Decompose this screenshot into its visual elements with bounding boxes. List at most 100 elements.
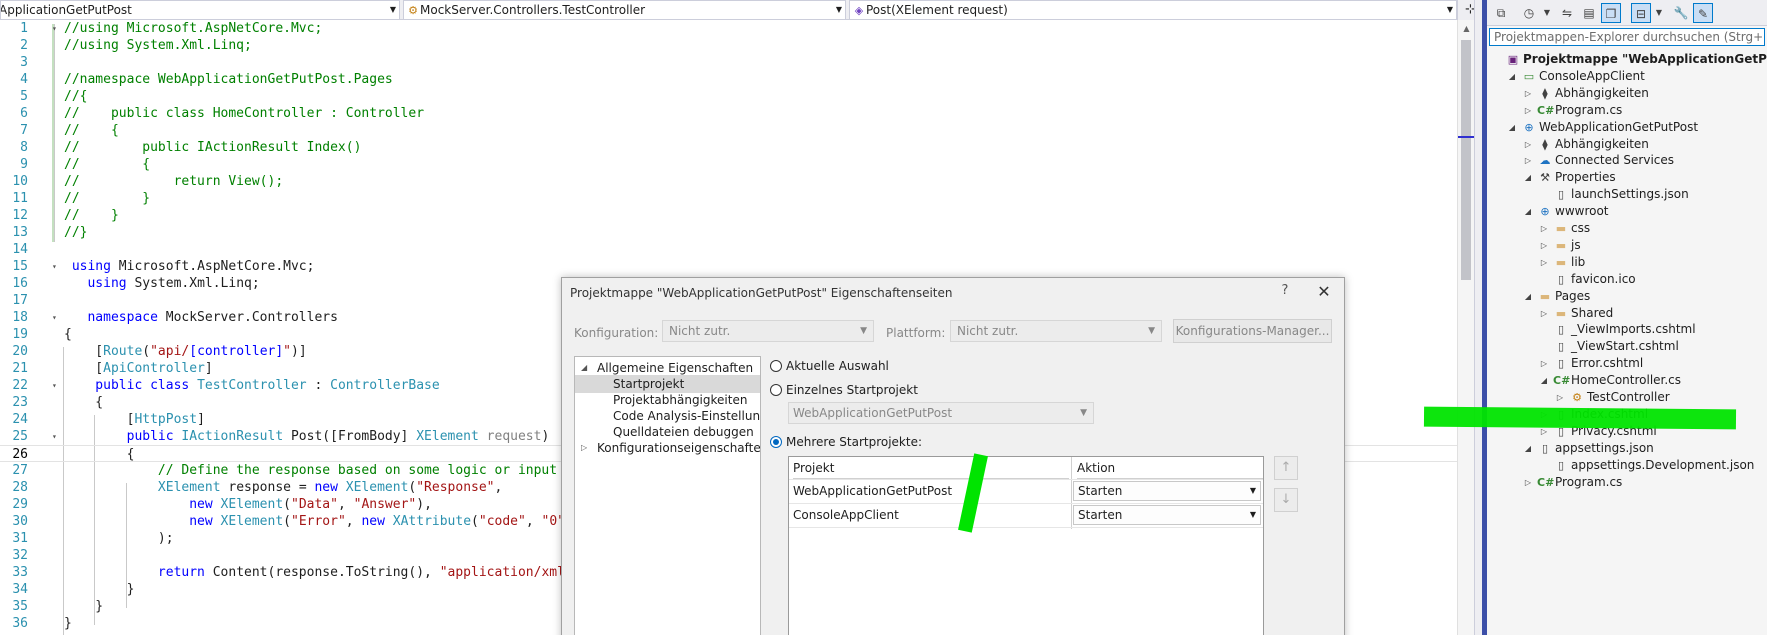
- code-line[interactable]: 9 // {: [0, 156, 1457, 173]
- code-token: Post([FromBody]: [283, 429, 417, 444]
- line-number: 26: [12, 447, 28, 462]
- column-divider: [1071, 457, 1072, 529]
- collapsed-arrow-icon[interactable]: ▷: [581, 439, 587, 457]
- expanded-arrow-icon[interactable]: ◢: [1521, 287, 1535, 306]
- code-line[interactable]: 11 // }: [0, 190, 1457, 207]
- sync-icon[interactable]: ⇋: [1557, 3, 1577, 23]
- switch-views-icon[interactable]: ⧉: [1491, 3, 1511, 23]
- code-text: }: [64, 615, 72, 632]
- code-line[interactable]: 1 ▾//using Microsoft.AspNetCore.Mvc;: [0, 20, 1457, 37]
- code-line[interactable]: 8 // public IActionResult Index(): [0, 139, 1457, 156]
- code-line[interactable]: 12 // }: [0, 207, 1457, 224]
- configuration-manager-button[interactable]: Konfigurations-Manager...: [1173, 319, 1332, 343]
- code-line[interactable]: 4 //namespace WebApplicationGetPutPost.Pa…: [0, 71, 1457, 88]
- radio-single-startup[interactable]: Einzelnes Startprojekt: [770, 382, 918, 398]
- collapse-all-icon[interactable]: ▤: [1579, 3, 1599, 23]
- csharp-file-icon: C#: [1537, 475, 1555, 489]
- move-up-button[interactable]: ↑: [1274, 456, 1298, 480]
- properties-wrench-icon[interactable]: 🔧: [1671, 3, 1691, 23]
- chevron-down-icon[interactable]: ▼: [1649, 3, 1669, 23]
- expanded-arrow-icon[interactable]: ◢: [1521, 439, 1535, 458]
- code-line[interactable]: 14: [0, 241, 1457, 258]
- preview-icon[interactable]: ✎: [1693, 3, 1713, 23]
- code-line[interactable]: 15 ▾ using Microsoft.AspNetCore.Mvc;: [0, 258, 1457, 275]
- tree-item[interactable]: ▷ C# Program.cs: [1521, 473, 1765, 492]
- code-text: return Content(response.ToString(), "app…: [64, 564, 581, 581]
- code-token: [: [64, 412, 135, 427]
- code-line[interactable]: 3: [0, 54, 1457, 71]
- filter-icon[interactable]: ⊟: [1631, 3, 1651, 23]
- expanded-arrow-icon[interactable]: ◢: [1521, 202, 1535, 221]
- code-token: IActionResult: [181, 429, 284, 444]
- grid-action-value: Starten: [1078, 508, 1123, 522]
- code-token: HttpPost: [134, 412, 198, 427]
- expanded-arrow-icon[interactable]: ◢: [1505, 118, 1519, 137]
- grid-action-combo[interactable]: Starten ▼: [1073, 481, 1261, 501]
- code-line[interactable]: 5 //{: [0, 88, 1457, 105]
- member-combo[interactable]: ◈ Post(XElement request) ▼: [849, 0, 1457, 20]
- code-token: "Data": [291, 497, 338, 512]
- chevron-down-icon[interactable]: ▼: [1537, 3, 1557, 23]
- code-token: //namespace WebApplicationGetPutPost.Pag…: [64, 72, 393, 87]
- platform-combo[interactable]: Nicht zutr. ▼: [950, 320, 1162, 342]
- expanded-arrow-icon[interactable]: ◢: [1521, 168, 1535, 187]
- code-token: response =: [220, 480, 315, 495]
- type-combo[interactable]: ⚙ MockServer.Controllers.TestController ▼: [403, 0, 846, 20]
- radio-current-label: Aktuelle Auswahl: [786, 359, 889, 373]
- code-line[interactable]: 7 // {: [0, 122, 1457, 139]
- code-line[interactable]: 6 // public class HomeController : Contro…: [0, 105, 1457, 122]
- fold-toggle-icon[interactable]: ▾: [52, 313, 61, 322]
- column-header-action[interactable]: Aktion: [1077, 457, 1263, 479]
- configuration-combo[interactable]: Nicht zutr. ▼: [662, 320, 874, 342]
- code-token: using: [64, 259, 119, 274]
- chevron-down-icon: ▼: [1148, 326, 1155, 336]
- line-number: 33: [12, 565, 28, 580]
- grid-project-cell[interactable]: ConsoleAppClient: [793, 503, 899, 527]
- column-header-project[interactable]: Projekt: [793, 457, 1069, 479]
- radio-button-checked[interactable]: [770, 436, 782, 448]
- grid-action-combo[interactable]: Starten ▼: [1073, 505, 1261, 525]
- radio-button[interactable]: [770, 384, 782, 396]
- code-text: new XElement("Error", new XAttribute("co…: [64, 513, 580, 530]
- line-number: 1: [20, 21, 28, 36]
- collapsed-arrow-icon[interactable]: ▷: [1521, 473, 1535, 492]
- line-number: 27: [12, 463, 28, 478]
- editor-vertical-scrollbar[interactable]: ▲: [1457, 20, 1475, 635]
- project-combo[interactable]: ApplicationGetPutPost ▼: [0, 0, 400, 20]
- line-number: 14: [12, 242, 28, 257]
- solution-explorer-search-input[interactable]: Projektmappen-Explorer durchsuchen (Strg…: [1489, 28, 1765, 46]
- code-token: "Error": [291, 514, 346, 529]
- code-token: "code": [478, 514, 526, 529]
- close-icon[interactable]: ✕: [1314, 282, 1334, 301]
- code-token: request: [478, 429, 542, 444]
- fold-toggle-icon[interactable]: ▾: [52, 24, 61, 33]
- code-line[interactable]: 2 //using System.Xml.Linq;: [0, 37, 1457, 54]
- fold-toggle-icon[interactable]: ▾: [52, 381, 61, 390]
- code-text: using Microsoft.AspNetCore.Mvc;: [64, 258, 315, 275]
- code-token: (: [283, 514, 291, 529]
- radio-current-selection[interactable]: Aktuelle Auswahl: [770, 358, 889, 374]
- single-startup-combo[interactable]: WebApplicationGetPutPost ▼: [788, 402, 1094, 424]
- code-token: XElement: [416, 429, 479, 444]
- help-icon[interactable]: ?: [1275, 283, 1295, 298]
- code-line[interactable]: 13 //}: [0, 224, 1457, 241]
- pending-changes-icon[interactable]: ◷: [1519, 3, 1539, 23]
- scroll-up-icon[interactable]: ▲: [1458, 20, 1475, 37]
- code-token: new: [314, 480, 346, 495]
- code-text: //}: [64, 224, 87, 241]
- code-token: ),: [416, 497, 432, 512]
- move-down-button[interactable]: ↓: [1274, 488, 1298, 512]
- radio-button[interactable]: [770, 360, 782, 372]
- scrollbar-thumb[interactable]: [1461, 40, 1471, 280]
- fold-toggle-icon[interactable]: ▾: [52, 262, 61, 271]
- fold-toggle-icon[interactable]: ▾: [52, 432, 61, 441]
- settings-tree-item[interactable]: ▷ Konfigurationseigenschaften: [575, 439, 760, 457]
- grid-project-cell[interactable]: WebApplicationGetPutPost: [793, 479, 952, 503]
- expanded-arrow-icon[interactable]: ◢: [1505, 67, 1519, 86]
- code-line[interactable]: 10 // return View();: [0, 173, 1457, 190]
- line-number: 20: [12, 344, 28, 359]
- expanded-arrow-icon[interactable]: ◢: [1537, 371, 1551, 390]
- line-number: 9: [20, 157, 28, 172]
- radio-multiple-startup[interactable]: Mehrere Startprojekte:: [770, 434, 922, 450]
- show-all-files-icon[interactable]: ❐: [1601, 3, 1621, 23]
